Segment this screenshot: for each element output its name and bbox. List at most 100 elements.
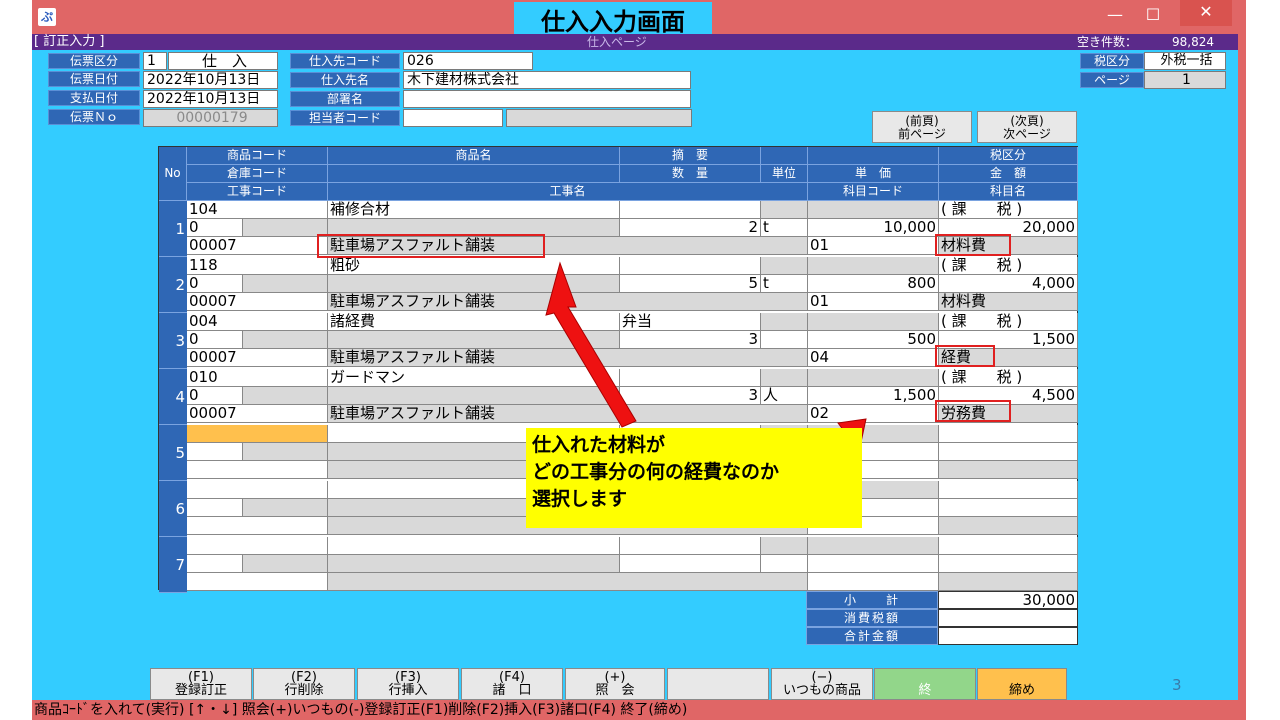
item-code-cell[interactable]: 104 [187, 201, 328, 219]
tax-category-cell[interactable] [939, 425, 1078, 443]
function-key-label: いつもの商品 [782, 683, 861, 698]
pay-date-label: 支払日付 [48, 90, 140, 106]
page-title: 仕入ページ [587, 35, 647, 49]
slip-type-name-field: 仕 入 [168, 52, 278, 70]
work-code-cell[interactable]: 00007 [187, 349, 328, 367]
header-account-code: 科目コード [808, 183, 939, 201]
slip-type-code-field[interactable]: 1 [143, 52, 167, 70]
function-key-code [668, 671, 768, 684]
function-key-1[interactable]: (F1) 登録訂正 [150, 668, 252, 700]
minimize-button[interactable]: — [1098, 4, 1132, 28]
item-name-cell[interactable]: 補修合材 [328, 201, 620, 219]
slip-type-label: 伝票区分 [48, 53, 140, 69]
item-code-cell[interactable] [187, 481, 328, 499]
free-count: 98,824 [1172, 35, 1214, 49]
pay-date-field[interactable]: 2022年10月13日 [143, 90, 278, 108]
warehouse-name-cell [243, 555, 328, 573]
maximize-button[interactable]: ☐ [1136, 4, 1170, 28]
tax-type-field[interactable]: 外税一括 [1144, 52, 1226, 70]
unit-price-cell[interactable]: 10,000 [808, 219, 939, 237]
amount-cell: 4,000 [939, 275, 1078, 293]
account-code-cell[interactable] [808, 573, 939, 591]
slip-date-field[interactable]: 2022年10月13日 [143, 71, 278, 89]
tax-type-label: 税区分 [1080, 53, 1144, 69]
function-key-2[interactable]: (F2) 行削除 [253, 668, 355, 700]
tax-category-cell[interactable] [939, 537, 1078, 555]
arrow-to-work-name [545, 261, 637, 428]
close-button[interactable]: ✕ [1180, 0, 1232, 26]
work-code-cell[interactable]: 00007 [187, 237, 328, 255]
supplier-name-field[interactable]: 木下建材株式会社 [403, 71, 691, 89]
unit-price-cell[interactable] [808, 555, 939, 573]
tax-category-cell[interactable] [939, 481, 1078, 499]
function-key-label: 締め [1008, 683, 1035, 698]
function-key-label: 終 [918, 683, 932, 698]
warehouse-name-cell [243, 275, 328, 293]
item-code-cell[interactable] [187, 425, 328, 443]
price-blank-cell [808, 537, 939, 555]
highlight-account-expense [935, 345, 995, 367]
function-key-label: 照 会 [595, 683, 635, 698]
function-key-7[interactable]: (−) いつもの商品 [771, 668, 873, 700]
callout-line-2: どの工事分の何の経費なのか [532, 461, 780, 483]
summary-cell[interactable] [620, 201, 761, 219]
supplier-code-label: 仕入先コード [290, 53, 400, 69]
tax-category-cell[interactable]: ( 課 税 ) [939, 257, 1078, 275]
work-code-cell[interactable] [187, 517, 328, 535]
item-name-cell[interactable] [328, 537, 620, 555]
dept-label: 部署名 [290, 91, 400, 107]
price-blank-cell [808, 201, 939, 219]
tax-category-cell[interactable]: ( 課 税 ) [939, 313, 1078, 331]
warehouse-code-cell[interactable]: 0 [187, 219, 243, 237]
tax-category-cell[interactable]: ( 課 税 ) [939, 201, 1078, 219]
function-key-8[interactable]: 終 [874, 668, 976, 700]
item-code-cell[interactable]: 010 [187, 369, 328, 387]
function-key-9[interactable]: 締め [977, 668, 1067, 700]
account-name-cell [939, 461, 1078, 479]
warehouse-code-cell[interactable] [187, 443, 243, 461]
function-key-5[interactable]: (+) 照 会 [565, 668, 665, 700]
supplier-code-field[interactable]: 026 [403, 52, 533, 70]
prev-page-button[interactable]: (前頁) 前ページ [872, 111, 972, 143]
status-bar: 商品ｺｰﾄﾞを入れて(実行) [↑・↓] 照会(+)いつもの(-)登録訂正(F1… [32, 700, 1246, 720]
work-code-cell[interactable]: 00007 [187, 405, 328, 423]
unit-cell[interactable] [761, 555, 808, 573]
page-field: 1 [1144, 71, 1226, 89]
warehouse-code-cell[interactable]: 0 [187, 331, 243, 349]
item-code-cell[interactable]: 118 [187, 257, 328, 275]
work-code-cell[interactable] [187, 573, 328, 591]
item-code-cell[interactable] [187, 537, 328, 555]
function-key-6[interactable] [667, 668, 769, 700]
supplier-name-label: 仕入先名 [290, 72, 400, 88]
work-code-cell[interactable] [187, 461, 328, 479]
staff-code-field[interactable] [403, 109, 503, 127]
item-code-cell[interactable]: 004 [187, 313, 328, 331]
warehouse-name-cell [243, 219, 328, 237]
account-code-cell[interactable]: 01 [808, 237, 939, 255]
function-key-3[interactable]: (F3) 行挿入 [357, 668, 459, 700]
account-name-cell: 材料費 [939, 293, 1078, 311]
staff-code-label: 担当者コード [290, 110, 400, 126]
function-key-4[interactable]: (F4) 諸 口 [461, 668, 563, 700]
next-page-button[interactable]: (次頁) 次ページ [977, 111, 1077, 143]
warehouse-code-cell[interactable]: 0 [187, 387, 243, 405]
header-unit-price: 単 価 [808, 165, 939, 183]
qty-cell[interactable]: 2 [620, 219, 761, 237]
mode-label: [ 訂正入力 ] [34, 34, 105, 49]
header-item-code: 商品コード [187, 147, 328, 165]
row-number: 3 [159, 313, 187, 369]
warehouse-code-cell[interactable] [187, 499, 243, 517]
qty-cell[interactable] [620, 555, 761, 573]
highlight-account-labor [935, 400, 1011, 422]
warehouse-code-cell[interactable]: 0 [187, 275, 243, 293]
warehouse-code-cell[interactable] [187, 555, 243, 573]
summary-cell[interactable] [620, 537, 761, 555]
work-code-cell[interactable]: 00007 [187, 293, 328, 311]
unit-cell[interactable]: t [761, 219, 808, 237]
warehouse-name-cell [243, 331, 328, 349]
slip-no-label: 伝票Ｎｏ [48, 109, 140, 125]
work-name-cell [328, 573, 808, 591]
dept-field[interactable] [403, 90, 691, 108]
amount-cell [939, 443, 1078, 461]
tax-category-cell[interactable]: ( 課 税 ) [939, 369, 1078, 387]
